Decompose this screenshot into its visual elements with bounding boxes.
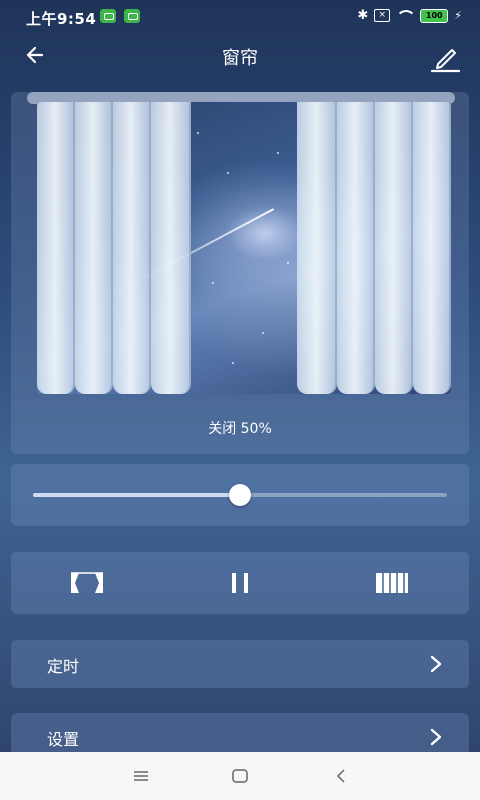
status-time: 上午9:54 [26, 10, 97, 28]
curtain-status-text: 关闭 50% [208, 421, 272, 437]
timer-row[interactable]: 定时 [11, 640, 469, 688]
position-slider[interactable] [33, 484, 447, 506]
system-nav-bar [0, 752, 480, 800]
curtain-right-panel [297, 102, 451, 394]
menu-icon [134, 771, 148, 781]
curtain-open-icon [71, 572, 103, 593]
chevron-right-icon [430, 728, 442, 746]
timer-row-label: 定时 [47, 657, 80, 676]
wifi-icon [396, 9, 415, 22]
app-header: 窗帘 [0, 34, 480, 80]
slider-thumb[interactable] [229, 484, 251, 506]
charging-icon: ⚡ [454, 9, 462, 22]
menu-button[interactable] [129, 764, 153, 788]
settings-row-label: 设置 [47, 730, 80, 749]
battery-icon: 100 [420, 8, 449, 23]
edit-button[interactable] [428, 40, 462, 74]
curtain-close-icon [376, 573, 408, 593]
chevron-right-icon [430, 655, 442, 673]
position-slider-card [11, 464, 469, 526]
home-button[interactable] [228, 764, 252, 788]
pause-icon [232, 573, 248, 593]
notification-icon [100, 9, 116, 23]
back-icon [336, 769, 345, 783]
bluetooth-icon: ✱ [357, 8, 369, 23]
system-back-button[interactable] [329, 764, 353, 788]
home-icon [232, 769, 248, 783]
status-icons: ✱ × 100 ⚡ [357, 8, 462, 23]
curtain-scene [37, 102, 451, 394]
notification-icon [124, 9, 140, 23]
pencil-icon [430, 49, 461, 73]
pause-button[interactable] [220, 566, 260, 600]
no-sim-icon: × [374, 9, 391, 22]
status-bar: 上午9:54 ✱ × 100 ⚡ [0, 0, 480, 34]
curtain-preview-card [11, 92, 469, 454]
open-button[interactable] [67, 566, 107, 600]
controls-card [11, 552, 469, 614]
slider-fill [33, 493, 240, 497]
page-title: 窗帘 [222, 48, 258, 69]
close-button[interactable] [372, 566, 412, 600]
curtain-left-panel [37, 102, 191, 394]
